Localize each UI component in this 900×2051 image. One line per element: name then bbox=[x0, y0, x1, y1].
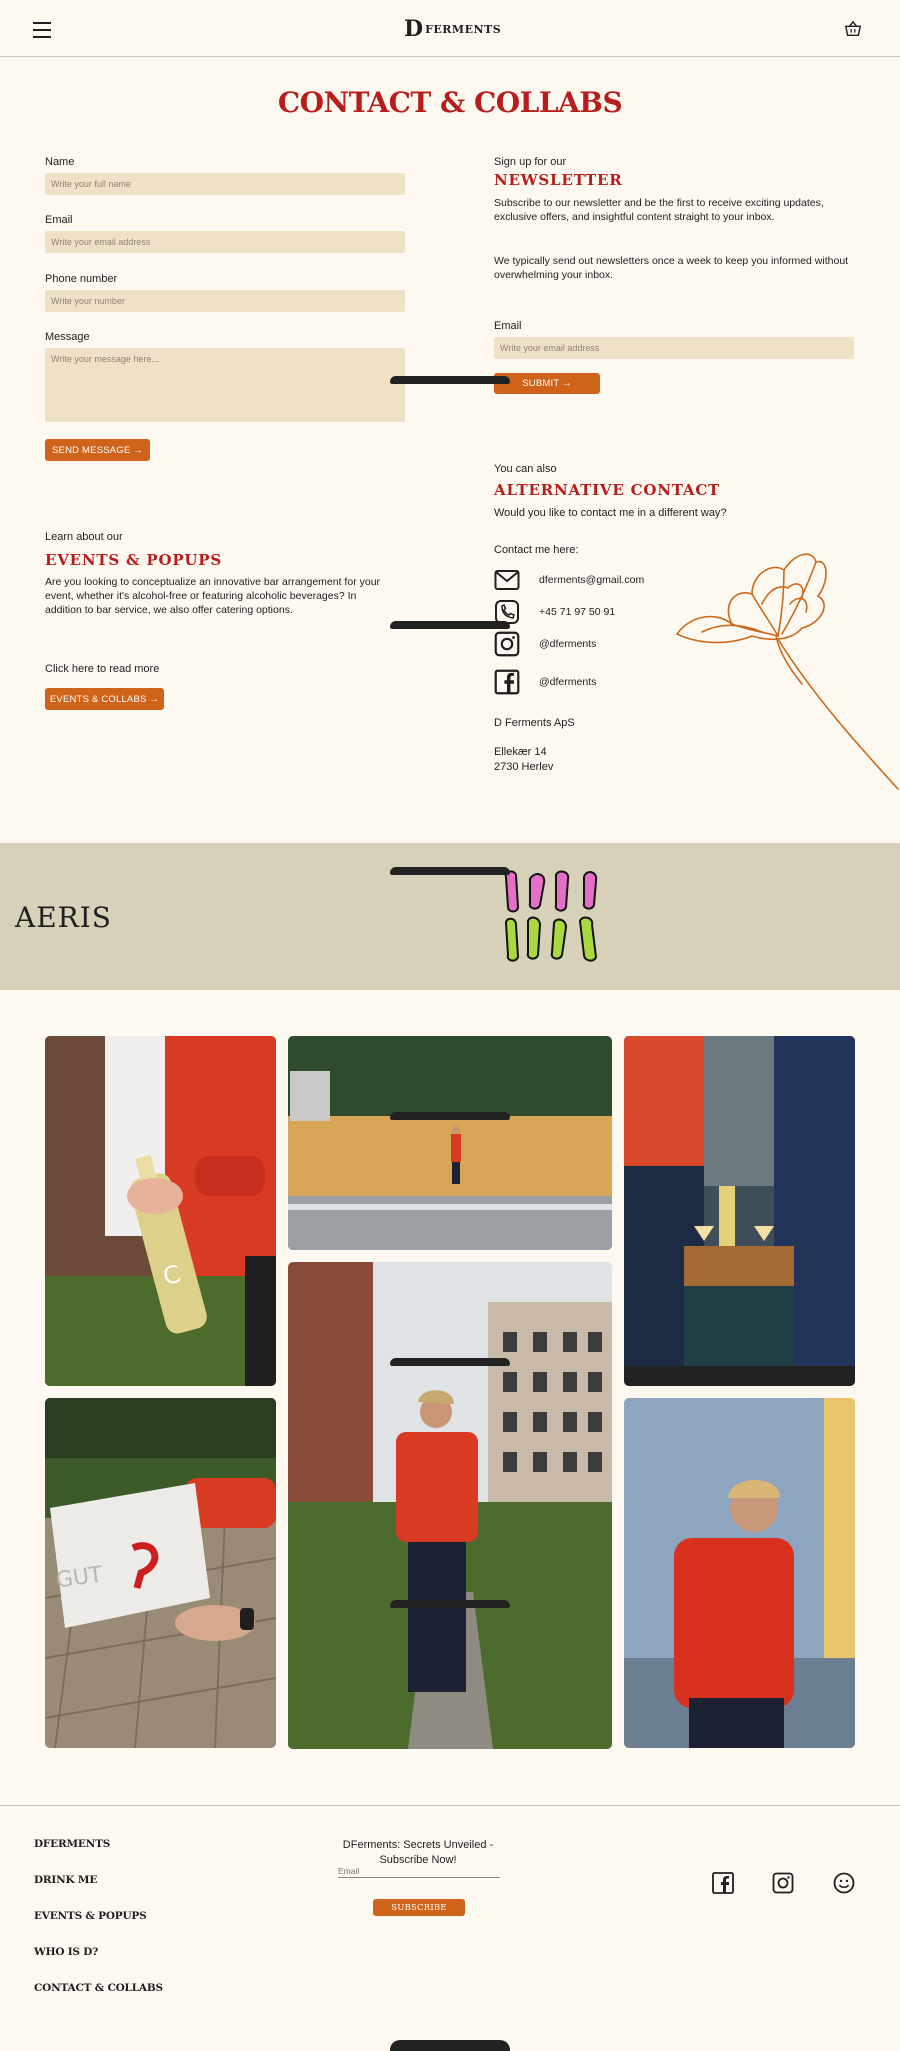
footer-link-contact[interactable]: CONTACT & COLLABS bbox=[34, 1982, 163, 1994]
footer-link-drink-me[interactable]: DRINK ME bbox=[34, 1874, 97, 1886]
contact-phone[interactable]: +45 71 97 50 91 bbox=[539, 606, 615, 618]
page-title: CONTACT & COLLABS bbox=[277, 86, 623, 119]
footer-facebook-icon[interactable] bbox=[712, 1872, 734, 1894]
contact-email-row[interactable]: dferments@gmail.com bbox=[494, 567, 644, 593]
events-collabs-button[interactable]: EVENTS & COLLABS → bbox=[45, 688, 164, 710]
brand-logo[interactable]: D FERMENTS bbox=[404, 18, 501, 40]
photo-cafe bbox=[624, 1036, 855, 1386]
floating-pill bbox=[390, 1600, 510, 1608]
rakibusk-logo[interactable] bbox=[500, 867, 612, 967]
photo-wall bbox=[288, 1036, 612, 1250]
events-kicker: Learn about our bbox=[45, 531, 123, 543]
basket-icon[interactable] bbox=[844, 20, 862, 38]
email-field[interactable]: Write your email address bbox=[45, 231, 405, 253]
message-label: Message bbox=[45, 331, 90, 343]
contact-email[interactable]: dferments@gmail.com bbox=[539, 574, 644, 586]
footer-smiley-icon[interactable] bbox=[833, 1872, 855, 1894]
phone-icon bbox=[494, 599, 520, 625]
photo-bottle: C bbox=[45, 1036, 276, 1386]
floating-pill bbox=[390, 867, 510, 875]
instagram-icon bbox=[494, 631, 520, 657]
footer-newsletter-text: DFerments: Secrets Unveiled - Subscribe … bbox=[342, 1839, 494, 1866]
phone-label: Phone number bbox=[45, 273, 118, 285]
brand-banner: AERIS bbox=[0, 843, 900, 990]
newsletter-kicker: Sign up for our bbox=[494, 156, 567, 168]
submit-button[interactable]: SUBMIT → bbox=[494, 373, 600, 394]
send-message-button[interactable]: SEND MESSAGE → bbox=[45, 439, 150, 461]
alt-contact-kicker: You can also bbox=[494, 463, 557, 475]
read-more-text: Click here to read more bbox=[45, 663, 160, 675]
alt-contact-question: Would you like to contact me in a differ… bbox=[494, 507, 727, 519]
newsletter-email-field[interactable]: Write your email address bbox=[494, 337, 854, 359]
aeris-logo[interactable]: AERIS bbox=[15, 901, 112, 934]
contact-facebook[interactable]: @dferments bbox=[539, 676, 596, 688]
facebook-icon bbox=[494, 669, 520, 695]
newsletter-email-label: Email bbox=[494, 320, 522, 332]
contact-phone-row[interactable]: +45 71 97 50 91 bbox=[494, 599, 615, 625]
newsletter-frequency: We typically send out newsletters once a… bbox=[494, 255, 849, 281]
footer-link-events[interactable]: EVENTS & POPUPS bbox=[34, 1910, 147, 1922]
floating-pill bbox=[390, 1112, 510, 1120]
mail-icon bbox=[494, 567, 520, 593]
photo-portrait bbox=[624, 1398, 855, 1748]
photo-box: GUT bbox=[45, 1398, 276, 1748]
menu-icon[interactable] bbox=[33, 22, 51, 38]
company-name: D Ferments ApS bbox=[494, 717, 575, 729]
phone-field[interactable]: Write your number bbox=[45, 290, 405, 312]
footer-subscribe-button[interactable]: SUBSCRIBE bbox=[373, 1899, 465, 1916]
footer-link-who-is-d[interactable]: WHO IS D? bbox=[34, 1946, 98, 1958]
contact-instagram-row[interactable]: @dferments bbox=[494, 631, 596, 657]
footer-instagram-icon[interactable] bbox=[772, 1872, 794, 1894]
address-line-2: 2730 Herlev bbox=[494, 761, 554, 773]
floating-pill bbox=[390, 376, 510, 384]
floating-pill bbox=[390, 1358, 510, 1366]
logo-mark: D bbox=[404, 16, 424, 42]
footer-link-dferments[interactable]: DFERMENTS bbox=[34, 1838, 110, 1850]
contact-facebook-row[interactable]: @dferments bbox=[494, 669, 596, 695]
logo-text: FERMENTS bbox=[425, 22, 502, 36]
newsletter-heading: NEWSLETTER bbox=[494, 171, 623, 189]
photo-garden bbox=[288, 1262, 612, 1749]
alt-contact-heading: ALTERNATIVE CONTACT bbox=[494, 481, 721, 499]
contact-me-label: Contact me here: bbox=[494, 544, 579, 556]
footer-email-input[interactable]: Email bbox=[338, 1866, 500, 1878]
name-field[interactable]: Write your full name bbox=[45, 173, 405, 195]
events-heading: EVENTS & POPUPS bbox=[45, 551, 223, 569]
contact-instagram[interactable]: @dferments bbox=[539, 638, 596, 650]
floating-pill bbox=[390, 621, 510, 629]
bottom-toolbar-pill bbox=[390, 2040, 510, 2051]
newsletter-description: Subscribe to our newsletter and be the f… bbox=[494, 197, 824, 223]
email-label: Email bbox=[45, 214, 73, 226]
site-header: D FERMENTS bbox=[0, 0, 900, 57]
events-description: Are you looking to conceptualize an inno… bbox=[45, 576, 381, 616]
footer-divider bbox=[0, 1805, 900, 1806]
name-label: Name bbox=[45, 156, 75, 168]
message-field[interactable]: Write your message here... bbox=[45, 348, 405, 422]
address-line-1: Ellekær 14 bbox=[494, 746, 547, 758]
flower-illustration bbox=[675, 553, 899, 790]
